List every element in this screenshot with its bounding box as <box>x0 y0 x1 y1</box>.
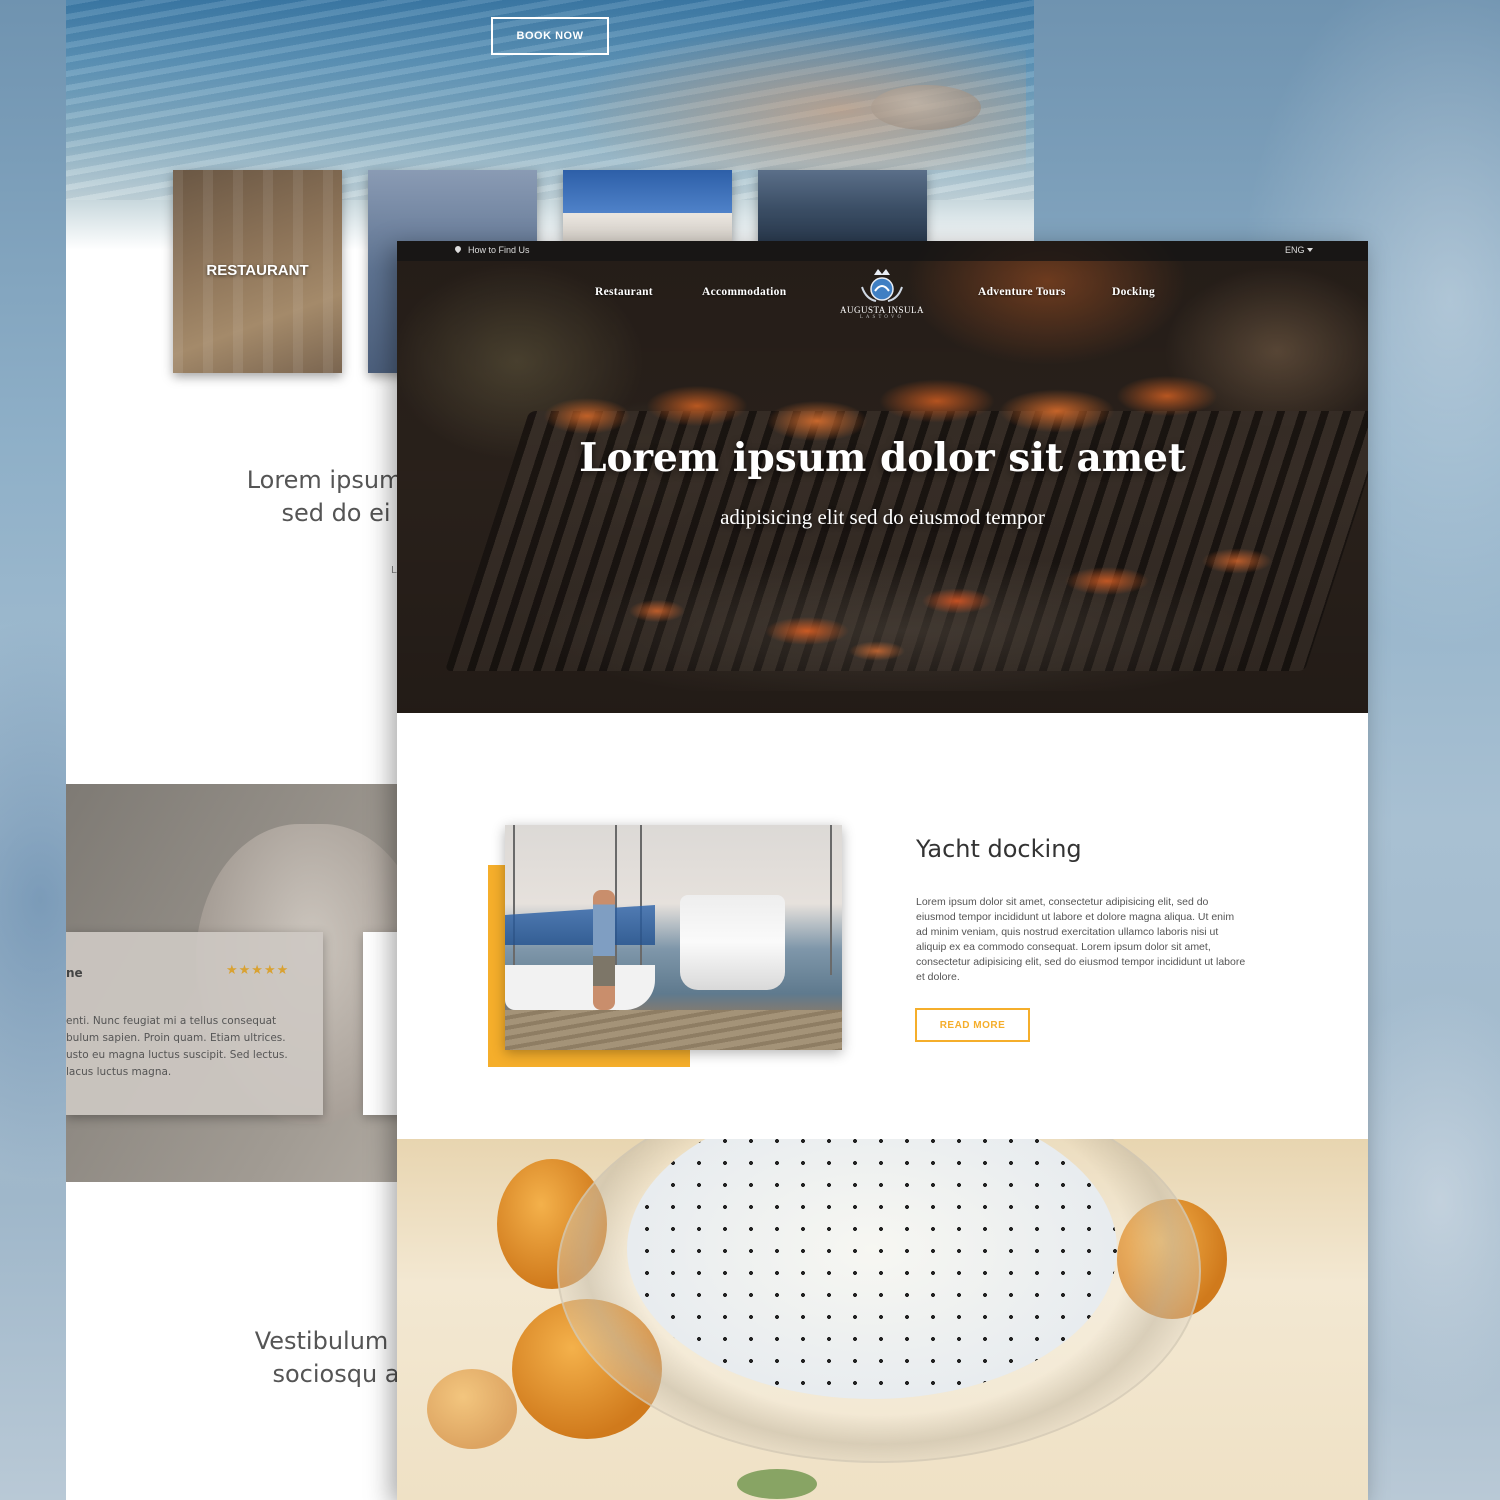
nav-restaurant[interactable]: Restaurant <box>595 286 653 298</box>
language-label: ENG <box>1285 245 1305 255</box>
language-selector[interactable]: ENG <box>1285 245 1313 255</box>
map-pin-icon <box>453 244 463 254</box>
hero-subtitle: adipisicing elit sed do eiusmod tempor <box>720 505 1045 529</box>
tile-restaurant[interactable]: RESTAURANT <box>173 170 342 373</box>
find-us-label: How to Find Us <box>468 245 530 255</box>
nav-adventure-tours[interactable]: Adventure Tours <box>978 286 1066 298</box>
small-text: L <box>391 565 397 576</box>
feature-title: Yacht docking <box>916 835 1082 863</box>
star-rating: ★★★★★ <box>226 963 290 978</box>
caret-down-icon <box>1306 248 1313 252</box>
front-page-mockup: How to Find Us ENG Restaurant Accommodat… <box>397 241 1368 1500</box>
feature-description: Lorem ipsum dolor sit amet, consectetur … <box>916 896 1246 983</box>
heading-text: Vestibulum la sociosqu a <box>254 1327 418 1388</box>
reviewer-name: ne <box>66 966 83 980</box>
read-more-button[interactable]: READ MORE <box>915 1008 1030 1042</box>
find-us-link[interactable]: How to Find Us <box>453 244 530 255</box>
site-logo[interactable]: AUGUSTA INSULA LASTOVO <box>837 267 927 320</box>
logo-subtitle: LASTOVO <box>859 315 905 320</box>
crown-crest-icon <box>861 269 903 302</box>
hero-title: Lorem ipsum dolor sit amet <box>579 435 1186 481</box>
food-image <box>397 1139 1368 1500</box>
hero-grill-image: How to Find Us ENG Restaurant Accommodat… <box>397 241 1368 713</box>
tile-label: RESTAURANT <box>206 262 309 279</box>
review-card: ne ★★★★★ enti. Nunc feugiat mi a tellus … <box>66 932 323 1115</box>
tile-adventure[interactable] <box>758 170 927 242</box>
logo-name: AUGUSTA INSULA <box>839 305 925 315</box>
book-now-button[interactable]: BOOK NOW <box>491 17 609 55</box>
top-bar: How to Find Us ENG <box>397 241 1368 261</box>
yacht-docking-photo <box>505 825 842 1050</box>
tile-accommodation[interactable] <box>563 170 732 242</box>
nav-docking[interactable]: Docking <box>1112 286 1155 298</box>
nav-accommodation[interactable]: Accommodation <box>702 286 786 298</box>
review-text: enti. Nunc feugiat mi a tellus consequat… <box>66 1015 288 1078</box>
